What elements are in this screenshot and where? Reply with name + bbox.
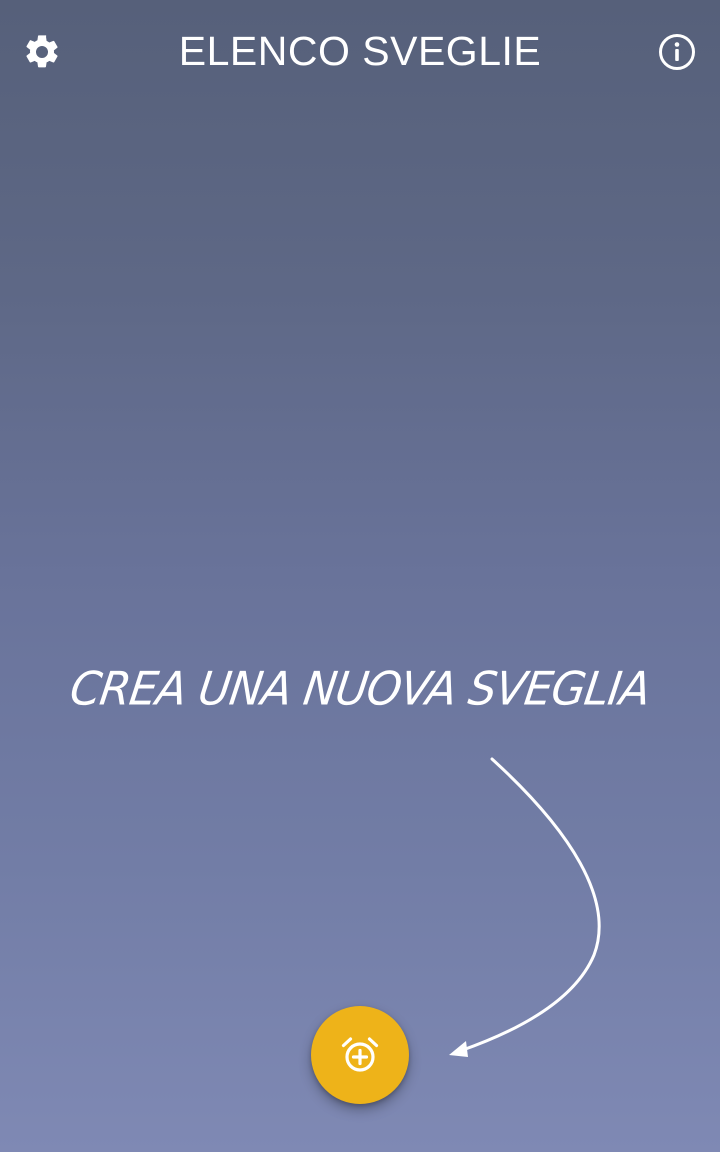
- curved-arrow-icon: [449, 757, 601, 1057]
- empty-state-hint: CREA UNA NUOVA SVEGLIA: [66, 662, 654, 717]
- app-header: ELENCO SVEGLIE: [0, 0, 720, 108]
- info-icon: [659, 34, 695, 70]
- add-alarm-icon: [341, 1037, 379, 1072]
- info-button[interactable]: [647, 22, 707, 82]
- add-alarm-button[interactable]: [311, 1006, 409, 1104]
- page-title: ELENCO SVEGLIE: [178, 28, 542, 74]
